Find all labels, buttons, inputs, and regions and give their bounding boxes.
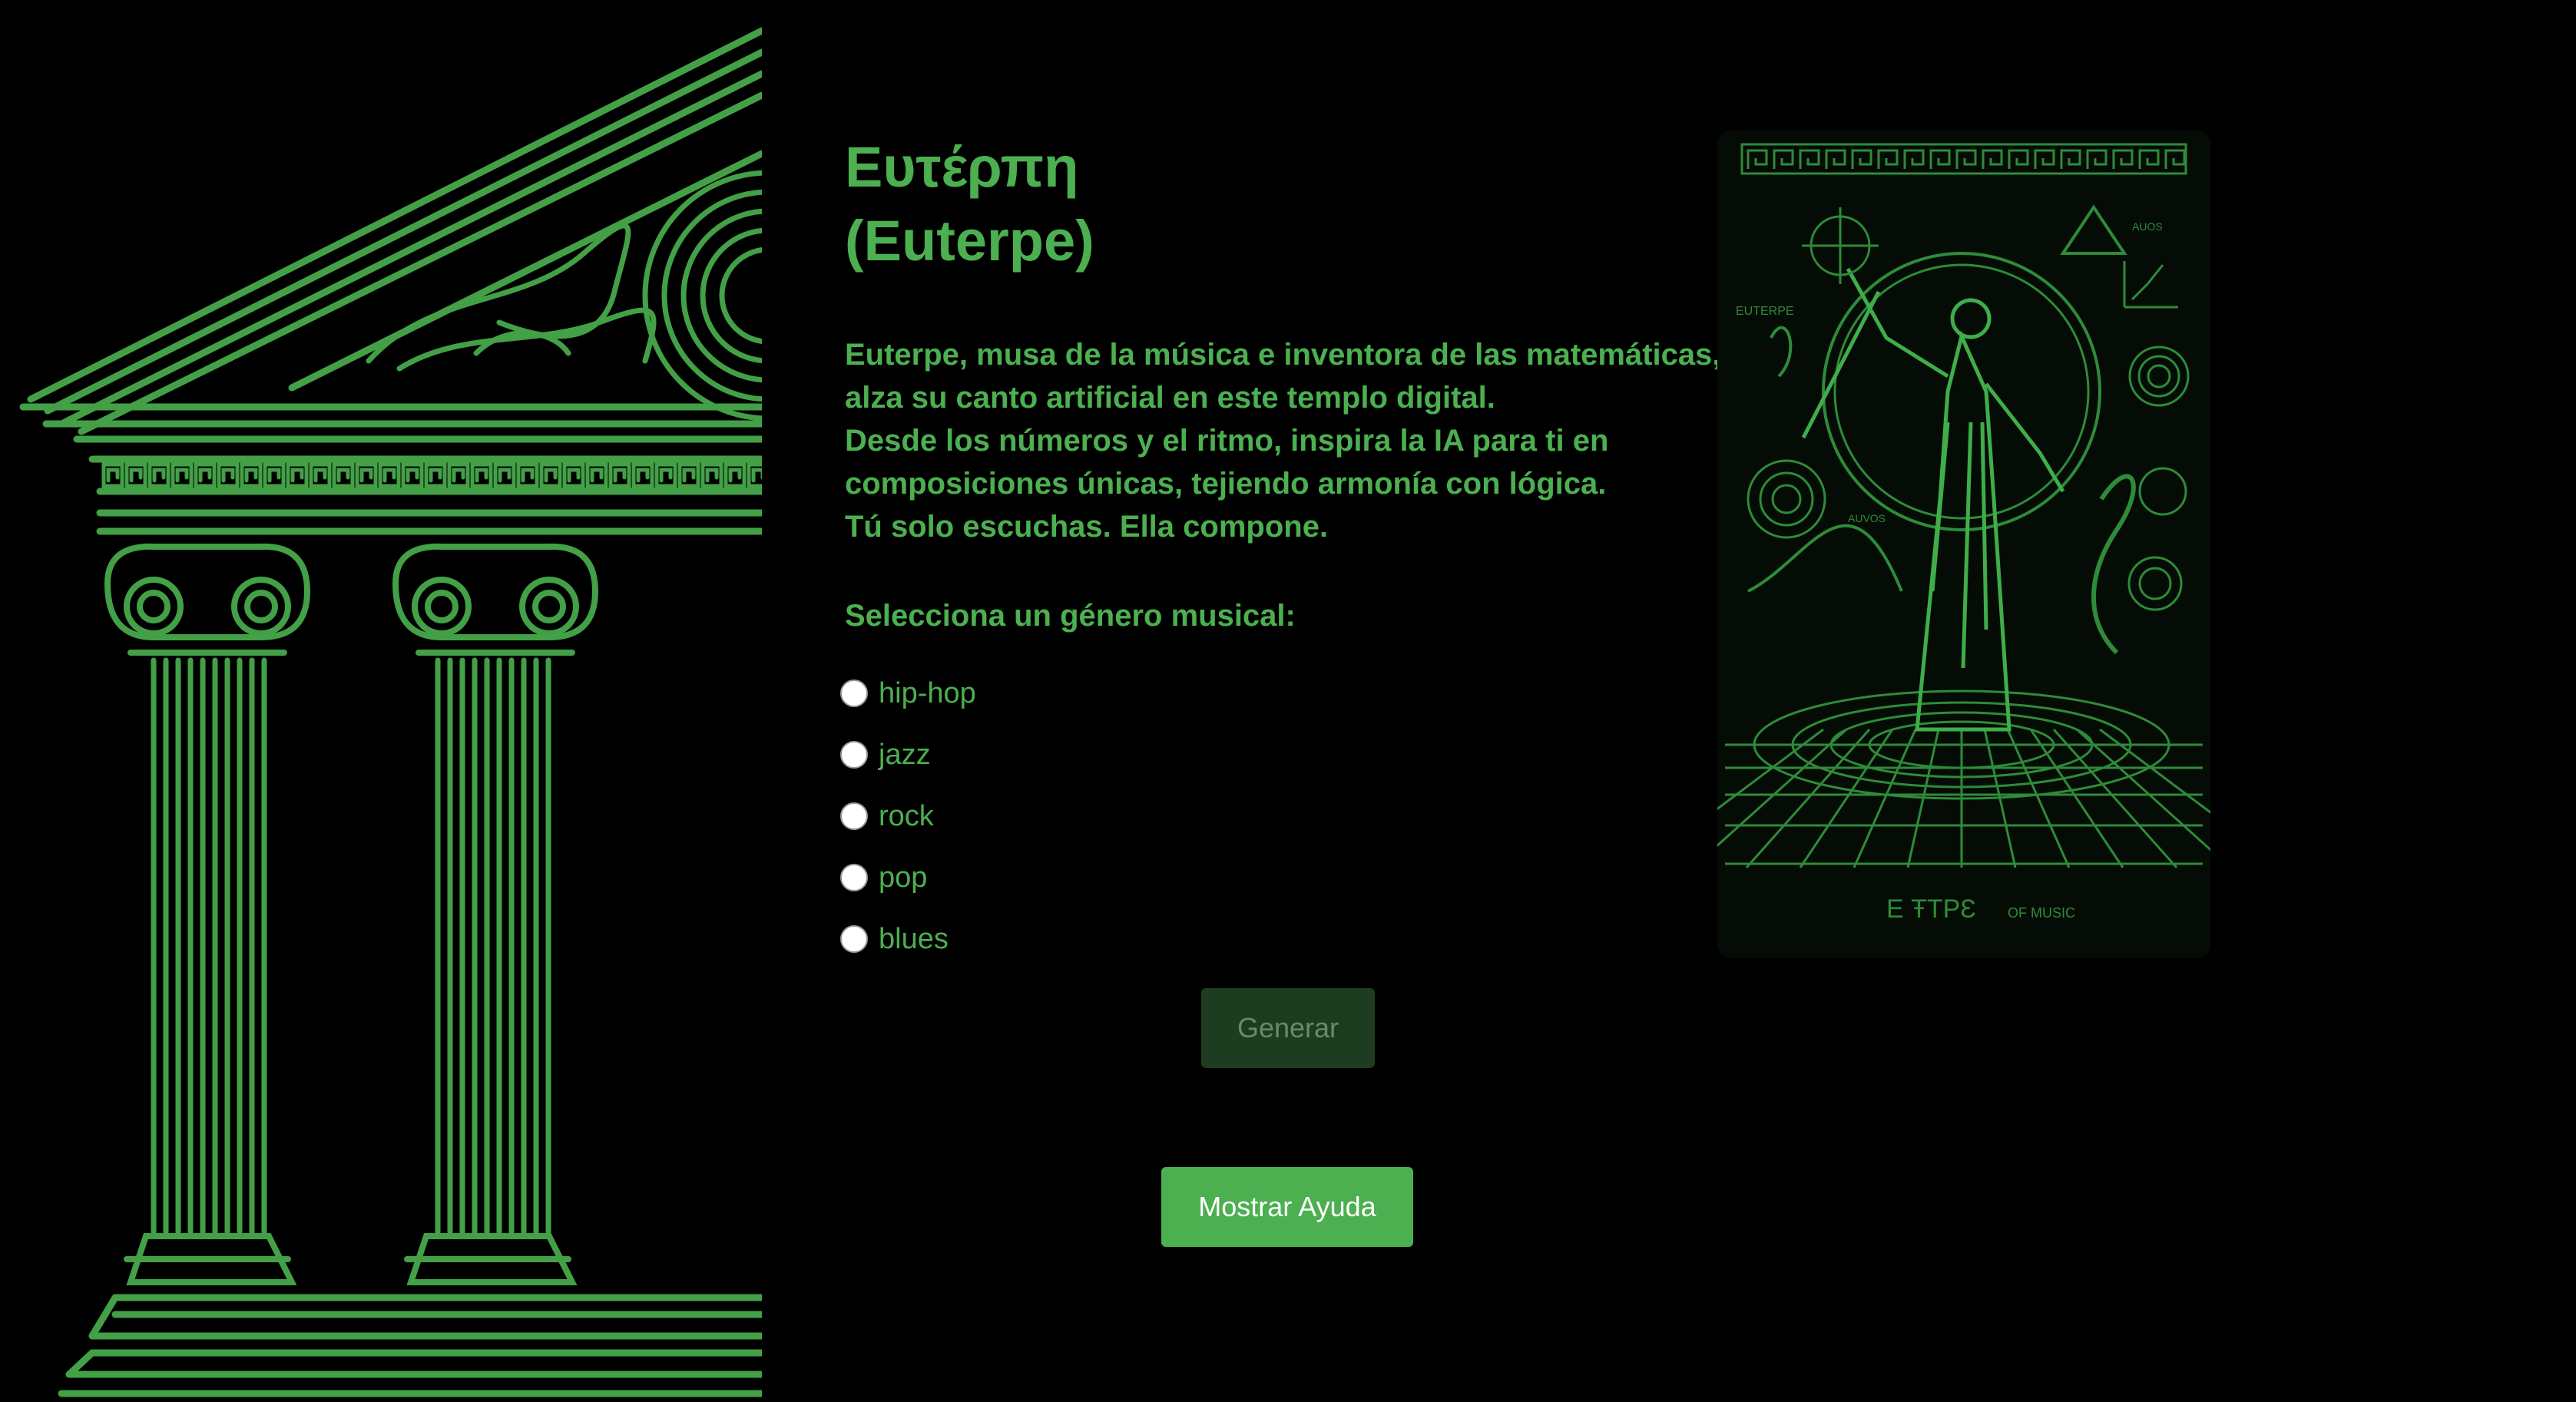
description-line: Desde los números y el ritmo, inspira la… [845, 424, 1609, 458]
show-help-button[interactable]: Mostrar Ayuda [1161, 1167, 1413, 1247]
page-title: Ευτέρπη (Euterpe) [845, 131, 1728, 278]
genre-option-rock[interactable]: rock [840, 785, 1728, 847]
title-greek: Ευτέρπη [845, 135, 1079, 199]
description-line: Tú solo escuchas. Ella compone. [845, 510, 1329, 544]
radio-button[interactable] [840, 741, 868, 769]
genre-option-blues[interactable]: blues [840, 908, 1728, 970]
genre-prompt: Selecciona un género musical: [845, 599, 1296, 633]
illustration-footer: E ŦTPƐ [1886, 894, 1976, 924]
radio-button[interactable] [840, 925, 868, 953]
description-line: composiciones únicas, tejiendo armonía c… [845, 467, 1607, 501]
genre-option-jazz[interactable]: jazz [840, 724, 1728, 785]
illustration-small-text: AUVOS [1848, 512, 1886, 524]
genre-options: hip-hop jazz rock pop blues [840, 663, 1728, 970]
genre-label: hip-hop [879, 676, 976, 709]
genre-option-hip-hop[interactable]: hip-hop [840, 663, 1728, 724]
euterpe-illustration: EUTERPE AUOS AUVOS E ŦTPƐ OF MUSIC [1717, 131, 2210, 958]
genre-label: blues [879, 922, 949, 955]
temple-illustration [19, 27, 762, 1397]
genre-label: pop [879, 861, 928, 894]
genre-label: rock [879, 799, 934, 832]
genre-label: jazz [879, 738, 931, 771]
radio-button[interactable] [840, 864, 868, 891]
description-line: alza su canto artificial en este templo … [845, 381, 1495, 415]
title-latin: (Euterpe) [845, 209, 1094, 273]
main-content: Ευτέρπη (Euterpe) Euterpe, musa de la mú… [840, 131, 1728, 970]
illustration-label: EUTERPE [1736, 305, 1794, 318]
radio-button[interactable] [840, 680, 868, 707]
genre-option-pop[interactable]: pop [840, 847, 1728, 908]
description-line: Euterpe, musa de la música e inventora d… [845, 338, 1721, 372]
illustration-small-text: AUOS [2132, 220, 2163, 233]
radio-button[interactable] [840, 802, 868, 830]
illustration-footer-small: OF MUSIC [2008, 905, 2075, 921]
generate-button[interactable]: Generar [1201, 988, 1375, 1068]
description: Euterpe, musa de la música e inventora d… [845, 333, 1728, 548]
